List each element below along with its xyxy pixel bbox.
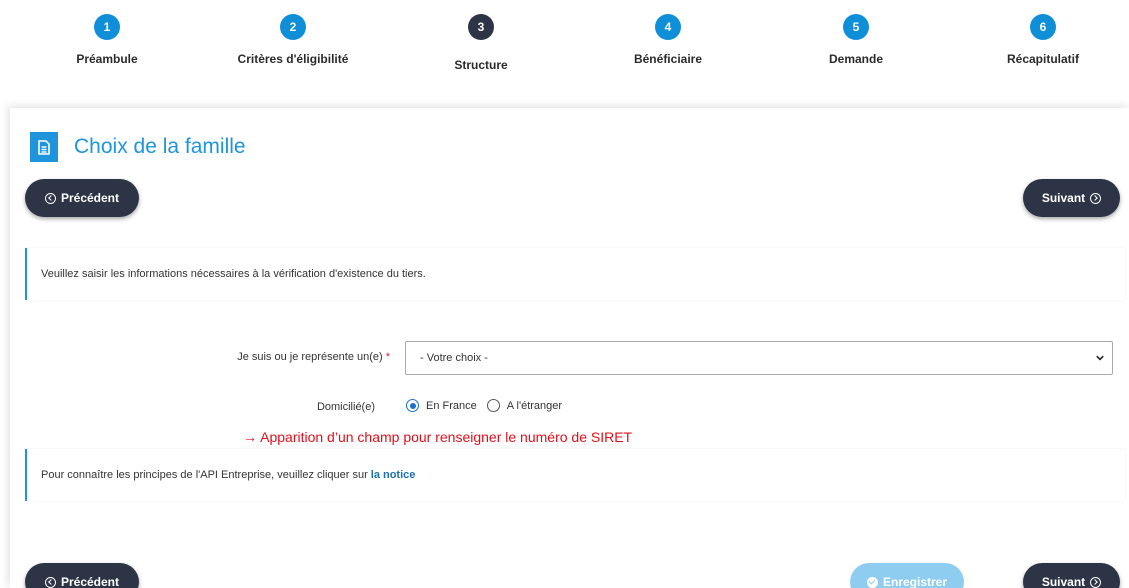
radio-a-l-etranger[interactable] bbox=[486, 399, 500, 412]
page-header: Choix de la famille bbox=[30, 132, 246, 162]
domicile-field-label: Domicilié(e) bbox=[316, 401, 375, 413]
required-marker: * bbox=[385, 351, 390, 363]
arrow-right-circle-icon bbox=[1090, 192, 1102, 204]
previous-button-label: Précédent bbox=[60, 575, 120, 588]
represent-field-label: Je suis ou je représente un(e) * bbox=[160, 351, 390, 363]
step-number: 2 bbox=[280, 14, 306, 40]
progress-stepper: 1 Préambule 2 Critères d'éligibilité 3 S… bbox=[0, 0, 1129, 96]
step-number: 3 bbox=[468, 14, 494, 40]
step-number: 4 bbox=[655, 14, 681, 40]
step-label: Bénéficiaire bbox=[633, 52, 703, 66]
save-button[interactable]: Enregistrer bbox=[850, 563, 964, 588]
step-preambule[interactable]: 1 Préambule bbox=[7, 14, 207, 66]
radio-a-l-etranger-label[interactable]: A l'étranger bbox=[507, 400, 562, 412]
step-number: 5 bbox=[843, 14, 869, 40]
previous-button-bottom[interactable]: Précédent bbox=[25, 563, 139, 588]
step-label: Structure bbox=[454, 58, 508, 72]
page-title: Choix de la famille bbox=[74, 135, 246, 158]
step-label: Récapitulatif bbox=[1006, 52, 1079, 66]
save-button-label: Enregistrer bbox=[882, 575, 948, 588]
siret-annotation: → Apparition d’un champ pour renseigner … bbox=[243, 429, 633, 445]
step-label: Critères d'éligibilité bbox=[237, 52, 349, 66]
radio-en-france-label[interactable]: En France bbox=[426, 400, 477, 412]
arrow-left-circle-icon bbox=[44, 192, 56, 204]
verification-info-box: Veuillez saisir les informations nécessa… bbox=[25, 248, 1125, 300]
chevron-down-icon bbox=[1096, 355, 1104, 361]
notice-link[interactable]: la notice bbox=[371, 469, 416, 481]
arrow-left-circle-icon bbox=[44, 576, 56, 588]
step-number: 6 bbox=[1030, 14, 1056, 40]
represent-label-text: Je suis ou je représente un(e) bbox=[237, 351, 383, 363]
next-button-bottom[interactable]: Suivant bbox=[1023, 563, 1120, 588]
next-button-label: Suivant bbox=[1041, 575, 1086, 588]
step-recapitulatif[interactable]: 6 Récapitulatif bbox=[943, 14, 1129, 66]
arrow-right-circle-icon bbox=[1090, 576, 1102, 588]
api-info-box: Pour connaître les principes de l'API En… bbox=[25, 449, 1125, 501]
verification-info-text: Veuillez saisir les informations nécessa… bbox=[41, 268, 426, 280]
domicile-radio-group: En France A l'étranger bbox=[406, 399, 572, 412]
next-button-top[interactable]: Suivant bbox=[1023, 179, 1120, 217]
next-button-label: Suivant bbox=[1041, 191, 1086, 205]
step-label: Demande bbox=[828, 52, 884, 66]
form-card: Choix de la famille Précédent Suivant Ve… bbox=[10, 108, 1129, 588]
radio-en-france[interactable] bbox=[406, 399, 419, 412]
previous-button-label: Précédent bbox=[60, 191, 120, 205]
previous-button-top[interactable]: Précédent bbox=[25, 179, 139, 217]
check-circle-icon bbox=[866, 576, 878, 588]
step-beneficiaire[interactable]: 4 Bénéficiaire bbox=[568, 14, 768, 66]
document-icon bbox=[30, 132, 58, 162]
step-label: Préambule bbox=[76, 52, 138, 66]
step-number: 1 bbox=[94, 14, 120, 40]
represent-select-value: - Votre choix - bbox=[420, 352, 488, 364]
step-demande[interactable]: 5 Demande bbox=[756, 14, 956, 66]
step-structure[interactable]: 3 Structure bbox=[381, 14, 581, 72]
represent-select[interactable]: - Votre choix - bbox=[405, 341, 1113, 375]
step-criteres[interactable]: 2 Critères d'éligibilité bbox=[193, 14, 393, 66]
api-info-text: Pour connaître les principes de l'API En… bbox=[41, 469, 368, 481]
